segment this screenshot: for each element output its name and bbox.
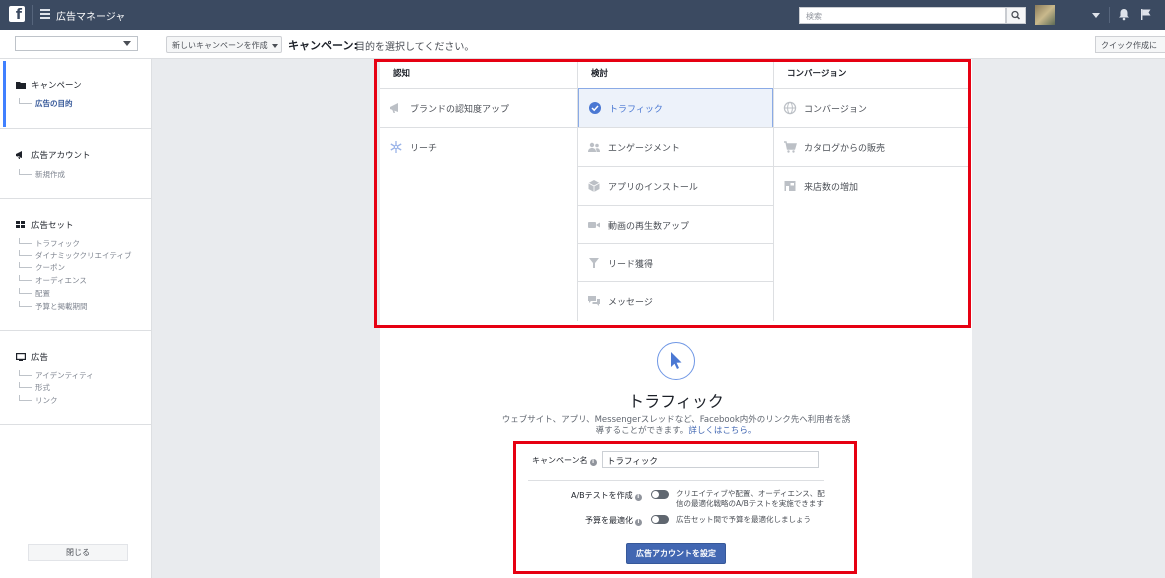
quick-create-button[interactable]: クイック作成に bbox=[1095, 36, 1165, 53]
folder-icon bbox=[16, 82, 26, 89]
sidebar-group-ad-set: 広告セット トラフィック ダイナミッククリエイティブ クーポン オーディエンス … bbox=[0, 199, 152, 331]
close-sidebar-button[interactable]: 閉じる bbox=[28, 544, 128, 561]
app-title[interactable]: 広告マネージャ bbox=[56, 8, 125, 23]
sidebar-subitem[interactable]: 配置 bbox=[19, 288, 50, 299]
highlight-box-settings bbox=[513, 441, 857, 574]
highlight-box-objectives bbox=[374, 59, 971, 328]
description-text: ウェブサイト、アプリ、Messengerスレッドなど、Facebook内外のリン… bbox=[501, 415, 851, 436]
sidebar-item-label: 広告 bbox=[31, 353, 49, 363]
breadcrumb-description: 目的を選択してください。 bbox=[355, 42, 475, 53]
new-campaign-dropdown-button[interactable]: 新しいキャンペーンを作成 bbox=[166, 36, 282, 53]
objective-description: ウェブサイト、アプリ、Messengerスレッドなど、Facebook内外のリン… bbox=[500, 415, 852, 437]
sidebar-group-ad-account: 広告アカウント 新規作成 bbox=[0, 129, 152, 199]
search-icon bbox=[1011, 10, 1021, 20]
sidebar-subitem-objective[interactable]: 広告の目的 bbox=[19, 98, 73, 109]
sidebar-subitem[interactable]: リンク bbox=[19, 395, 58, 406]
learn-more-link[interactable]: 詳しくはこちら。 bbox=[688, 426, 756, 436]
sidebar-subitem[interactable]: トラフィック bbox=[19, 238, 80, 249]
sidebar-item-label: 広告アカウント bbox=[31, 151, 91, 161]
topbar-divider bbox=[1109, 7, 1110, 23]
chevron-down-icon bbox=[123, 41, 131, 46]
sidebar-subitem[interactable]: 予算と掲載期間 bbox=[19, 301, 88, 312]
facebook-logo-icon[interactable]: f bbox=[9, 6, 25, 22]
objective-cursor-icon bbox=[657, 342, 695, 380]
sidebar-item-ad-set[interactable]: 広告セット bbox=[16, 219, 74, 231]
notification-bell-icon[interactable] bbox=[1118, 8, 1130, 21]
chevron-down-icon bbox=[271, 43, 278, 48]
sidebar-item-ad-account[interactable]: 広告アカウント bbox=[16, 149, 91, 161]
sidebar-item-label: 広告セット bbox=[31, 221, 74, 231]
objective-title: トラフィック bbox=[628, 392, 724, 411]
sidebar-item-label: キャンペーン bbox=[31, 81, 82, 91]
search-button[interactable] bbox=[1006, 7, 1026, 24]
active-indicator bbox=[3, 61, 6, 127]
sidebar-subitem[interactable]: オーディエンス bbox=[19, 275, 87, 286]
breadcrumb-title: キャンペーン: bbox=[288, 39, 358, 52]
new-campaign-label: 新しいキャンペーンを作成 bbox=[172, 41, 268, 50]
megaphone-icon bbox=[16, 151, 22, 159]
sidebar-subitem[interactable]: アイデンティティ bbox=[19, 370, 94, 381]
sidebar-item-campaign[interactable]: キャンペーン bbox=[16, 79, 82, 91]
account-menu-chevron-icon[interactable] bbox=[1092, 13, 1100, 18]
grid-icon bbox=[16, 221, 25, 228]
left-sidebar: キャンペーン 広告の目的 広告アカウント 新規作成 広告セット トラフィック ダ… bbox=[0, 59, 152, 578]
sidebar-subitem[interactable]: ダイナミッククリエイティブ bbox=[19, 250, 131, 261]
sidebar-group-ad: 広告 アイデンティティ 形式 リンク bbox=[0, 331, 152, 425]
monitor-icon bbox=[16, 353, 26, 361]
sidebar-subitem[interactable]: 形式 bbox=[19, 382, 50, 393]
sidebar-group-campaign: キャンペーン 広告の目的 bbox=[0, 59, 152, 129]
topbar-divider bbox=[32, 5, 33, 25]
profile-avatar[interactable] bbox=[1035, 5, 1055, 25]
top-bar: f 広告マネージャ 検索 bbox=[0, 0, 1165, 30]
sidebar-subitem[interactable]: クーポン bbox=[19, 262, 65, 273]
ad-account-dropdown[interactable] bbox=[15, 36, 138, 51]
sidebar-item-ad[interactable]: 広告 bbox=[16, 351, 48, 363]
hamburger-menu-icon[interactable] bbox=[40, 9, 50, 19]
sidebar-subitem-new[interactable]: 新規作成 bbox=[19, 169, 65, 180]
search-input[interactable]: 検索 bbox=[799, 7, 1006, 24]
flag-icon[interactable] bbox=[1140, 8, 1152, 21]
